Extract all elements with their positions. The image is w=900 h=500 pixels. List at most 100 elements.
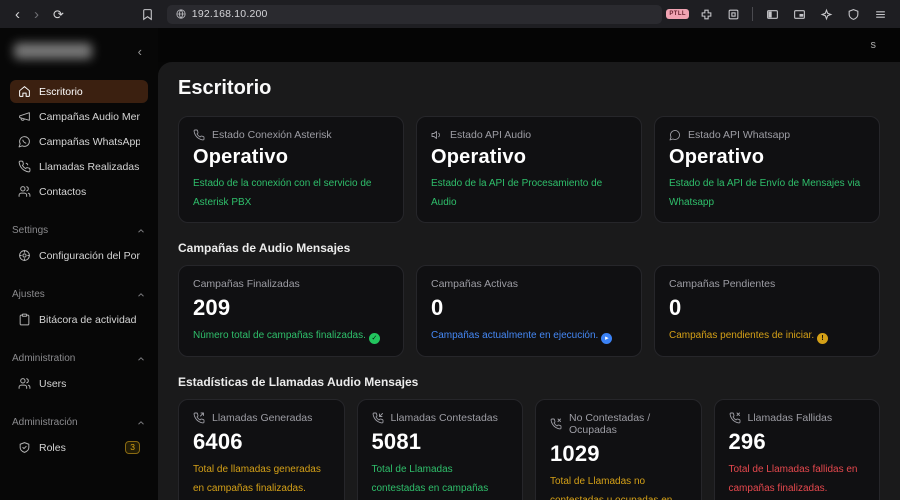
status-card-value: Operativo	[431, 146, 527, 168]
check-circle-icon: ✓	[368, 332, 380, 344]
sidebar-item-bitacora[interactable]: Bitácora de actividad	[10, 308, 148, 331]
bookmark-icon[interactable]	[139, 4, 157, 24]
phone-outgoing-icon	[193, 412, 205, 424]
toolbar-divider	[752, 7, 753, 21]
chevron-up-icon	[138, 292, 144, 297]
sidebar-item-label: Campañas Audio Mensajes	[39, 110, 140, 123]
menu-icon[interactable]	[870, 4, 890, 24]
sidebar-item-llamadas-realizadas[interactable]: Llamadas Realizadas	[10, 155, 148, 178]
card-label: Llamadas Fallidas	[747, 412, 833, 424]
browser-toolbar: ‹ › ⟳ 192.168.10.200 PTLL	[0, 0, 900, 28]
sidebar-toggle-icon[interactable]	[762, 4, 782, 24]
pip-icon[interactable]	[789, 4, 809, 24]
sidebar-item-users[interactable]: Users	[10, 372, 148, 395]
section-title-audio-campaigns: Campañas de Audio Mensajes	[178, 241, 351, 255]
card-value: 1029	[550, 441, 600, 466]
sidebar-item-label: Roles	[39, 441, 66, 454]
sidebar-item-roles[interactable]: Roles 3	[10, 436, 148, 459]
sidebar-item-label: Bitácora de actividad	[39, 313, 137, 326]
home-icon	[19, 86, 30, 97]
gear-icon	[19, 250, 30, 261]
extensions-icon[interactable]	[696, 4, 716, 24]
sidebar-item-label: Users	[39, 377, 67, 390]
url-bar[interactable]: 192.168.10.200	[166, 4, 663, 24]
sidebar-item-campanas-whatsapp[interactable]: Campañas WhatsApp	[10, 130, 148, 153]
status-card-asterisk: Estado Conexión Asterisk Operativo Estad…	[178, 116, 404, 223]
users-icon	[18, 378, 31, 389]
card-description: Total de Llamadas fallidas en campañas f…	[728, 464, 858, 494]
card-llamadas-contestadas: Llamadas Contestadas 5081 Total de Llama…	[356, 399, 523, 500]
back-icon[interactable]: ‹	[10, 7, 25, 22]
sidebar-section-settings: Settings Configuración del Portal	[10, 225, 148, 267]
card-label: Campañas Activas	[431, 278, 518, 290]
card-description: Campañas actualmente en ejecución.	[431, 330, 599, 341]
sidebar-item-escritorio[interactable]: Escritorio	[10, 80, 148, 103]
status-card-label: Estado API Whatsapp	[688, 129, 791, 141]
status-card-description: Estado de la API de Procesamiento de Aud…	[431, 178, 603, 208]
card-description: Campañas pendientes de iniciar.	[669, 330, 815, 341]
card-description: Total de llamadas generadas en campañas …	[193, 464, 321, 494]
app-logo	[14, 43, 92, 59]
section-title-call-stats: Estadísticas de Llamadas Audio Mensajes	[178, 375, 419, 389]
forward-icon[interactable]: ›	[29, 7, 44, 22]
sidebar-item-configuracion-portal[interactable]: Configuración del Portal	[10, 244, 148, 267]
reload-icon[interactable]: ⟳	[48, 8, 69, 21]
sidebar-item-label: Campañas WhatsApp	[39, 135, 140, 148]
status-card-value: Operativo	[193, 146, 289, 168]
card-value: 6406	[193, 429, 243, 454]
card-description: Total de Llamadas no contestadas u ocupa…	[550, 476, 673, 500]
page-title: Escritorio	[178, 77, 272, 99]
chevron-up-icon	[138, 420, 144, 425]
card-campanas-activas: Campañas Activas 0 Campañas actualmente …	[416, 265, 642, 357]
card-label: Llamadas Generadas	[212, 412, 313, 424]
volume-icon	[431, 131, 440, 139]
status-card-description: Estado de la API de Envío de Mensajes vi…	[669, 178, 861, 208]
card-llamadas-fallidas: Llamadas Fallidas 296 Total de Llamadas …	[713, 399, 880, 500]
status-card-label: Estado Conexión Asterisk	[212, 129, 332, 141]
card-value: 5081	[371, 429, 422, 454]
sidebar-section-ajustes: Ajustes Bitácora de actividad	[10, 289, 148, 331]
sidebar-item-label: Llamadas Realizadas	[39, 160, 140, 173]
contacts-icon	[18, 186, 31, 197]
card-value: 0	[431, 295, 444, 320]
status-card-description: Estado de la conexión con el servicio de…	[193, 178, 372, 208]
sidebar-item-campanas-audio[interactable]: Campañas Audio Mensajes	[10, 105, 148, 128]
phone-failed-icon	[729, 412, 740, 424]
card-label: Campañas Finalizadas	[193, 278, 300, 290]
status-card-api-audio: Estado API Audio Operativo Estado de la …	[416, 116, 642, 223]
extension-badge[interactable]: PTLL	[666, 9, 689, 19]
screenshot-icon[interactable]	[723, 4, 743, 24]
phone-incoming-icon	[372, 412, 383, 424]
card-description: Total de Llamadas contestadas en campaña…	[371, 464, 489, 494]
sidebar-collapse-button[interactable]: ‹	[132, 42, 148, 61]
sidebar-section-header[interactable]: Ajustes	[10, 289, 148, 308]
card-value: 296	[728, 429, 766, 454]
sidebar-section-administration: Administration Users	[10, 353, 148, 395]
clipboard-icon	[19, 313, 30, 326]
sidebar-section-header[interactable]: Settings	[10, 225, 148, 244]
card-value: 209	[193, 295, 231, 320]
shield-icon[interactable]	[843, 4, 863, 24]
shield-check-icon	[19, 442, 30, 453]
phone-missed-icon	[550, 418, 562, 430]
topbar-user-text[interactable]: s	[871, 39, 877, 51]
roles-count-badge: 3	[125, 440, 140, 455]
sidebar-section-header[interactable]: Administración	[10, 417, 148, 436]
card-campanas-pendientes: Campañas Pendientes 0 Campañas pendiente…	[654, 265, 880, 357]
globe-icon	[176, 9, 186, 19]
card-description: Número total de campañas finalizadas.	[193, 330, 366, 341]
sidebar-item-contactos[interactable]: Contactos	[10, 180, 148, 203]
chevron-up-icon	[138, 228, 144, 233]
clock-circle-icon: !	[817, 333, 829, 344]
sidebar: ‹ Escritorio Campañas Audio Mensajes Cam…	[0, 28, 158, 500]
phone-icon	[193, 129, 205, 141]
play-circle-icon: ▸	[601, 332, 613, 344]
sidebar-section-header[interactable]: Administration	[10, 353, 148, 372]
card-no-contestadas: No Contestadas / Ocupadas 1029 Total de …	[535, 399, 702, 500]
phone-call-icon	[18, 160, 31, 173]
sidebar-item-label: Configuración del Portal	[39, 249, 140, 262]
sparkle-icon[interactable]	[816, 4, 836, 24]
status-card-api-whatsapp: Estado API Whatsapp Operativo Estado de …	[654, 116, 880, 223]
card-campanas-finalizadas: Campañas Finalizadas 209 Número total de…	[178, 265, 404, 357]
dashboard-panel: Escritorio Estado Conexión Asterisk Oper…	[158, 62, 900, 500]
